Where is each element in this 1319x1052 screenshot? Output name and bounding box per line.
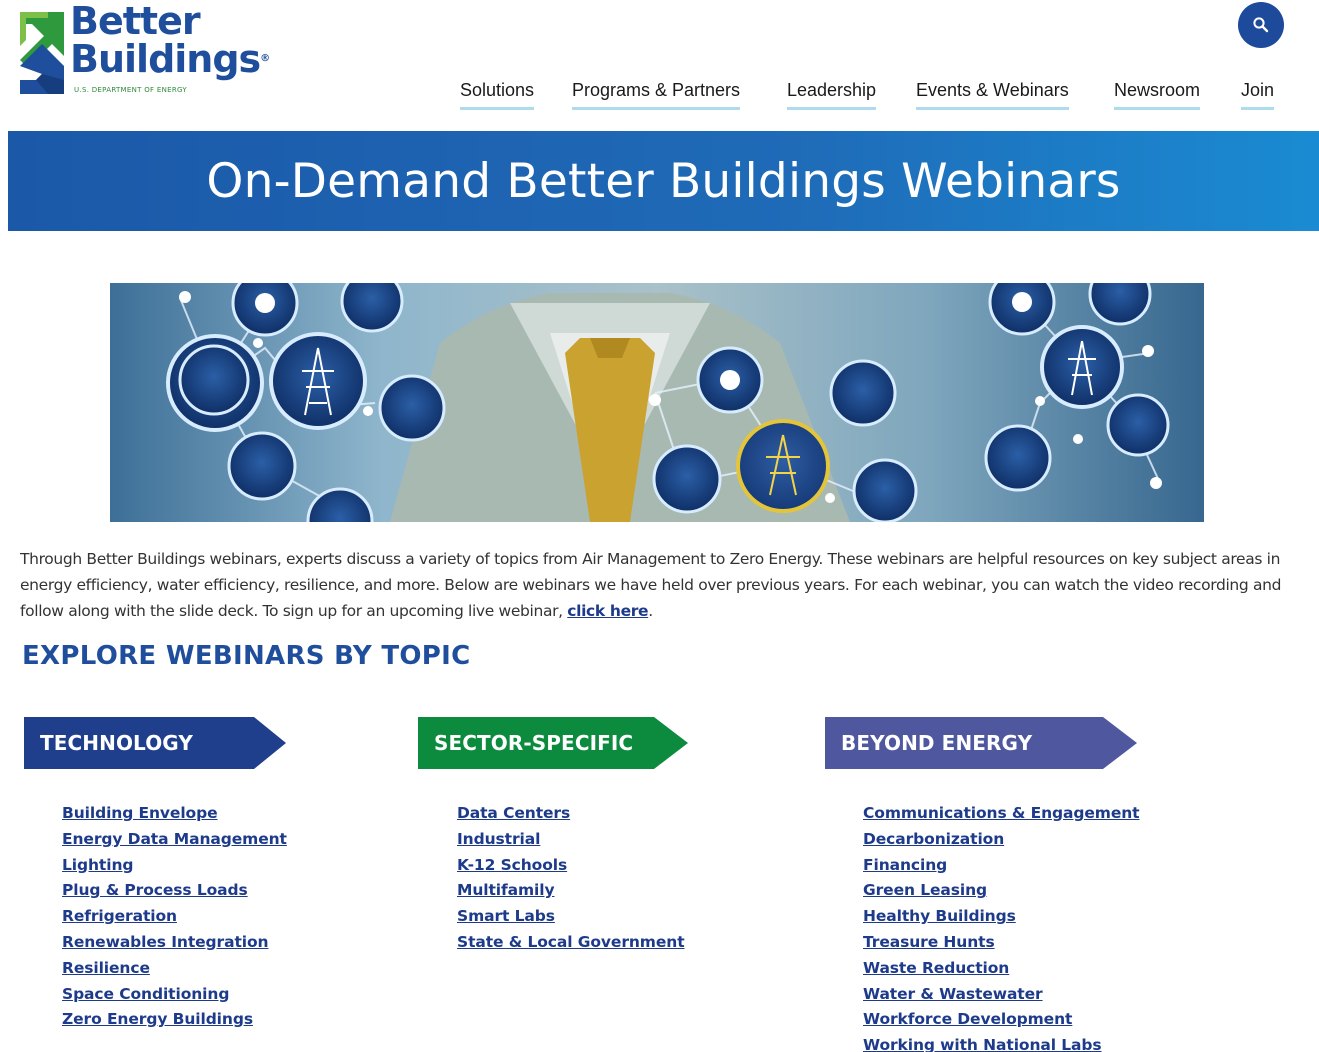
topic-link-water-wastewater[interactable]: Water & Wastewater: [863, 985, 1043, 1003]
list-item: K-12 Schools: [457, 852, 685, 878]
logo-registered: ®: [260, 53, 271, 64]
list-item: Treasure Hunts: [863, 929, 1140, 955]
topic-header-beyond-energy: BEYOND ENERGY: [825, 717, 1137, 769]
beyond-energy-topic-list: Communications & Engagement Decarbonizat…: [863, 800, 1140, 1052]
intro-paragraph: Through Better Buildings webinars, exper…: [20, 546, 1300, 624]
topic-link-energy-data-management[interactable]: Energy Data Management: [62, 830, 287, 848]
topic-link-space-conditioning[interactable]: Space Conditioning: [62, 985, 229, 1003]
topic-link-building-envelope[interactable]: Building Envelope: [62, 804, 218, 822]
topic-link-resilience[interactable]: Resilience: [62, 959, 150, 977]
list-item: Plug & Process Loads: [62, 877, 287, 903]
nav-solutions[interactable]: Solutions: [460, 80, 535, 110]
nav-join[interactable]: Join: [1241, 80, 1275, 110]
topic-link-waste-reduction[interactable]: Waste Reduction: [863, 959, 1009, 977]
topic-link-workforce-development[interactable]: Workforce Development: [863, 1010, 1072, 1028]
list-item: Data Centers: [457, 800, 685, 826]
search-icon: [1253, 17, 1269, 33]
topic-link-multifamily[interactable]: Multifamily: [457, 881, 555, 899]
sector-specific-topic-list: Data Centers Industrial K-12 Schools Mul…: [457, 800, 685, 955]
topic-title-beyond-energy: BEYOND ENERGY: [841, 731, 1033, 755]
topic-title-sector-specific: SECTOR-SPECIFIC: [434, 731, 634, 755]
list-item: Space Conditioning: [62, 981, 287, 1007]
topic-link-plug-process-loads[interactable]: Plug & Process Loads: [62, 881, 248, 899]
list-item: Working with National Labs: [863, 1032, 1140, 1052]
list-item: Energy Data Management: [62, 826, 287, 852]
list-item: Industrial: [457, 826, 685, 852]
list-item: Financing: [863, 852, 1140, 878]
topic-link-smart-labs[interactable]: Smart Labs: [457, 907, 555, 925]
topic-link-k12-schools[interactable]: K-12 Schools: [457, 856, 567, 874]
main-navigation: Solutions Programs & Partners Leadership…: [0, 80, 1319, 114]
list-item: Water & Wastewater: [863, 981, 1140, 1007]
list-item: Lighting: [62, 852, 287, 878]
topic-link-industrial[interactable]: Industrial: [457, 830, 540, 848]
topic-link-working-with-national-labs[interactable]: Working with National Labs: [863, 1036, 1102, 1052]
list-item: Multifamily: [457, 877, 685, 903]
list-item: Waste Reduction: [863, 955, 1140, 981]
list-item: Healthy Buildings: [863, 903, 1140, 929]
logo-wordmark: Better Buildings®: [70, 2, 270, 78]
topic-link-communications-engagement[interactable]: Communications & Engagement: [863, 804, 1140, 822]
list-item: Communications & Engagement: [863, 800, 1140, 826]
explore-heading: EXPLORE WEBINARS BY TOPIC: [22, 641, 471, 671]
page-title-banner: On-Demand Better Buildings Webinars: [8, 131, 1319, 231]
nav-newsroom[interactable]: Newsroom: [1114, 80, 1201, 110]
topic-link-data-centers[interactable]: Data Centers: [457, 804, 570, 822]
list-item: Workforce Development: [863, 1006, 1140, 1032]
logo-line-2: Buildings: [70, 37, 261, 81]
list-item: Decarbonization: [863, 826, 1140, 852]
signup-link[interactable]: click here: [567, 602, 648, 620]
topic-link-treasure-hunts[interactable]: Treasure Hunts: [863, 933, 995, 951]
topic-link-green-leasing[interactable]: Green Leasing: [863, 881, 987, 899]
topic-link-lighting[interactable]: Lighting: [62, 856, 133, 874]
topic-link-financing[interactable]: Financing: [863, 856, 947, 874]
list-item: State & Local Government: [457, 929, 685, 955]
topic-title-technology: TECHNOLOGY: [40, 731, 193, 755]
page-title: On-Demand Better Buildings Webinars: [206, 153, 1121, 209]
list-item: Renewables Integration: [62, 929, 287, 955]
topic-link-zero-energy-buildings[interactable]: Zero Energy Buildings: [62, 1010, 253, 1028]
topic-link-refrigeration[interactable]: Refrigeration: [62, 907, 177, 925]
list-item: Building Envelope: [62, 800, 287, 826]
topic-link-decarbonization[interactable]: Decarbonization: [863, 830, 1004, 848]
list-item: Refrigeration: [62, 903, 287, 929]
topic-header-technology: TECHNOLOGY: [24, 717, 286, 769]
hero-image: [110, 283, 1204, 522]
list-item: Resilience: [62, 955, 287, 981]
search-button[interactable]: [1238, 2, 1284, 48]
nav-leadership[interactable]: Leadership: [787, 80, 877, 110]
list-item: Zero Energy Buildings: [62, 1006, 287, 1032]
topic-link-state-local-government[interactable]: State & Local Government: [457, 933, 685, 951]
logo-line-1: Better: [70, 0, 201, 43]
nav-programs-partners[interactable]: Programs & Partners: [572, 80, 741, 110]
topic-header-sector-specific: SECTOR-SPECIFIC: [418, 717, 688, 769]
technology-topic-list: Building Envelope Energy Data Management…: [62, 800, 287, 1032]
intro-end: .: [648, 602, 653, 620]
nav-events-webinars[interactable]: Events & Webinars: [916, 80, 1069, 110]
topic-link-healthy-buildings[interactable]: Healthy Buildings: [863, 907, 1016, 925]
hero-illustration: [110, 283, 1204, 522]
list-item: Green Leasing: [863, 877, 1140, 903]
list-item: Smart Labs: [457, 903, 685, 929]
topic-link-renewables-integration[interactable]: Renewables Integration: [62, 933, 269, 951]
